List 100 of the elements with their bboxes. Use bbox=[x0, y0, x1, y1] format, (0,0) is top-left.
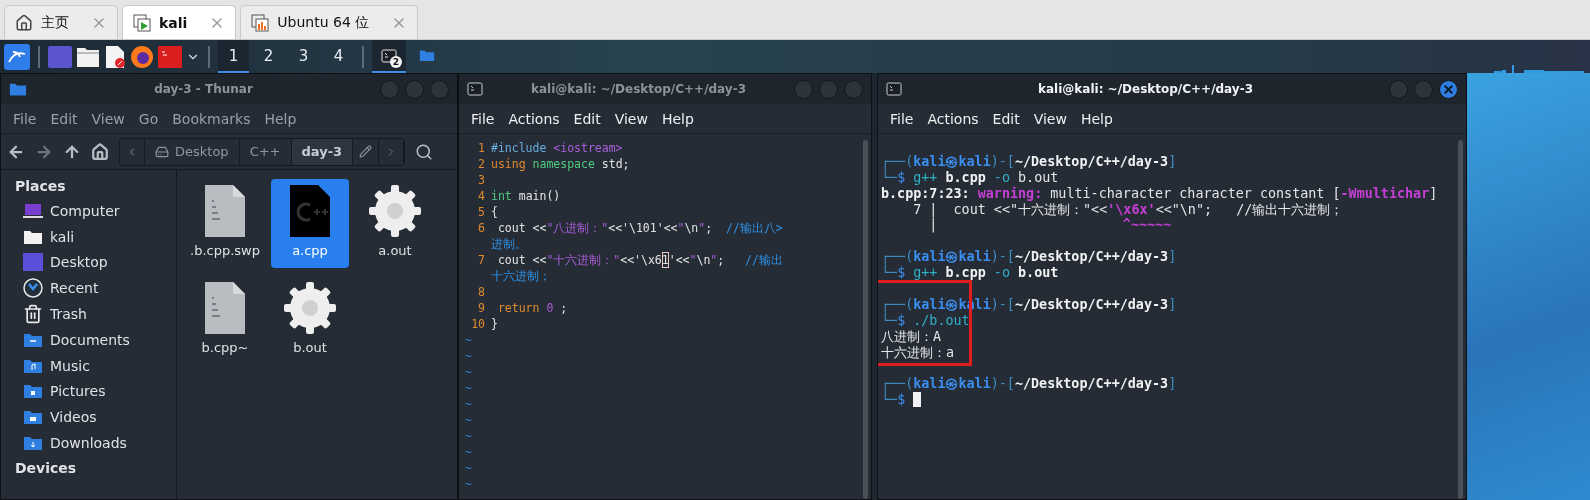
code-text: " bbox=[710, 252, 718, 268]
browser-icon[interactable] bbox=[130, 44, 154, 69]
code-text: //输出 bbox=[744, 252, 783, 268]
sidebar-item[interactable]: Pictures bbox=[15, 378, 176, 405]
code-text: $ bbox=[897, 312, 906, 329]
line-number: 1 bbox=[477, 140, 486, 156]
sidebar-item[interactable]: Documents bbox=[15, 327, 176, 353]
empty-line-marker: ~ bbox=[465, 412, 473, 428]
laptop-icon bbox=[23, 203, 43, 218]
code-text: 八进制：A bbox=[881, 328, 942, 345]
sidebar-item[interactable]: Music bbox=[15, 352, 176, 379]
tab[interactable]: 主页 bbox=[4, 5, 118, 39]
code-text: " bbox=[689, 252, 697, 268]
menu-item[interactable]: File bbox=[465, 110, 501, 127]
search-icon[interactable] bbox=[415, 142, 434, 161]
menu-item[interactable]: Go bbox=[132, 110, 165, 127]
line-number: 2 bbox=[477, 156, 486, 172]
folder-icon bbox=[419, 49, 435, 62]
menu-item[interactable]: View bbox=[85, 110, 131, 127]
code-text: b.cpp bbox=[945, 169, 986, 186]
virtual-machine-icon bbox=[251, 13, 270, 32]
code-text: 十六进制； bbox=[491, 268, 551, 284]
line-number: 9 bbox=[477, 300, 486, 316]
window-title: kali@kali: ~/Desktop/C++/day-3 bbox=[1037, 82, 1254, 96]
code-text: ┌──( bbox=[881, 153, 914, 170]
window-title: day-3 - Thunar bbox=[153, 82, 254, 96]
menu-item[interactable]: View bbox=[608, 110, 654, 127]
code-text: b.out bbox=[1018, 265, 1059, 281]
code-text: '\x6x' bbox=[1107, 201, 1156, 218]
sidebar-item[interactable]: Videos bbox=[15, 404, 176, 431]
file-entry[interactable]: a.out bbox=[356, 179, 434, 268]
line-number: 10 bbox=[470, 316, 486, 332]
code-text: \n bbox=[684, 220, 699, 236]
workspace-button[interactable]: 3 bbox=[288, 40, 319, 73]
menu-item[interactable]: Edit bbox=[44, 110, 84, 127]
code-text: ./b.out bbox=[913, 312, 970, 329]
virtual-machine-icon bbox=[133, 13, 151, 32]
code-text: <<'\x6 bbox=[620, 252, 662, 268]
music-folder-icon bbox=[23, 357, 43, 374]
menu-item[interactable]: Help bbox=[258, 110, 303, 127]
menu-item[interactable]: Help bbox=[1074, 110, 1119, 127]
terminal-icon bbox=[467, 82, 483, 96]
code-text: <<'\101'<< bbox=[608, 220, 678, 236]
terminal-icon[interactable] bbox=[158, 45, 182, 68]
menu-item[interactable]: Actions bbox=[502, 110, 566, 127]
task-button[interactable]: 2 bbox=[372, 40, 406, 73]
file-entry[interactable]: b.out bbox=[271, 276, 349, 365]
code-text: -Wmultichar bbox=[1340, 185, 1430, 202]
empty-line-marker: ~ bbox=[465, 364, 473, 380]
code-text: └─ bbox=[881, 312, 898, 329]
text-editor-icon[interactable] bbox=[104, 44, 126, 69]
sidebar-item[interactable]: Trash bbox=[15, 301, 176, 327]
code-text: )-[ bbox=[990, 249, 1015, 266]
workspace-button[interactable]: 2 bbox=[253, 40, 284, 73]
file-manager-icon[interactable] bbox=[76, 45, 100, 68]
path-button[interactable]: day-3 bbox=[291, 138, 354, 165]
empty-line-marker: ~ bbox=[465, 396, 473, 412]
code-text: | bbox=[928, 217, 938, 234]
sidebar-item[interactable]: kali bbox=[15, 223, 176, 250]
code-text: '<< bbox=[668, 252, 690, 268]
sidebar-item[interactable]: Downloads bbox=[15, 430, 176, 456]
file-entry[interactable]: .b.cpp.swp bbox=[186, 179, 264, 268]
scrollbar[interactable] bbox=[863, 140, 868, 499]
code-text: std; bbox=[600, 156, 630, 172]
close-button[interactable] bbox=[1439, 79, 1458, 99]
scrollbar[interactable] bbox=[1458, 140, 1463, 499]
line-number: 4 bbox=[477, 188, 486, 204]
terminal-icon bbox=[381, 48, 397, 63]
workspace-button[interactable]: 1 bbox=[218, 40, 249, 73]
code-text: //输出八> bbox=[726, 220, 783, 236]
empty-line-marker: ~ bbox=[465, 476, 473, 492]
code-text: kali㉿kali bbox=[913, 249, 991, 266]
code-text: 进制。 bbox=[491, 236, 527, 252]
sidebar-item[interactable]: Computer bbox=[15, 198, 176, 224]
pencil-icon bbox=[359, 145, 373, 158]
menu-item[interactable]: Bookmarks bbox=[166, 110, 257, 127]
tab[interactable]: Ubuntu 64 位 bbox=[240, 5, 419, 39]
menu-item[interactable]: Edit bbox=[567, 110, 607, 127]
sidebar-item[interactable]: Desktop bbox=[15, 249, 176, 276]
kali-dragon-icon[interactable] bbox=[4, 43, 30, 70]
home-icon[interactable] bbox=[91, 142, 109, 161]
gear-icon bbox=[282, 280, 338, 336]
menu-item[interactable]: View bbox=[1027, 110, 1073, 127]
code-text: "八进制：" bbox=[546, 220, 609, 236]
gear-icon bbox=[367, 183, 423, 239]
menu-item[interactable]: Actions bbox=[921, 110, 985, 127]
file-entry[interactable]: a.cpp bbox=[271, 179, 349, 268]
code-text: cout << bbox=[496, 252, 547, 268]
menu-item[interactable]: Help bbox=[655, 110, 700, 127]
code-text: ^~~~~~ bbox=[1121, 217, 1172, 234]
code-text: " bbox=[677, 220, 685, 236]
file-entry[interactable]: b.cpp~ bbox=[186, 276, 264, 365]
menu-item[interactable]: File bbox=[884, 110, 920, 127]
menu-item[interactable]: Edit bbox=[986, 110, 1026, 127]
pictures-folder-icon bbox=[23, 383, 43, 400]
tab[interactable]: kali bbox=[122, 5, 237, 39]
workspace-button[interactable]: 4 bbox=[323, 40, 354, 73]
sidebar-item[interactable]: Recent bbox=[15, 275, 176, 302]
menu-item[interactable]: File bbox=[7, 110, 43, 127]
code-text: b.cpp:7:23: bbox=[881, 185, 971, 202]
